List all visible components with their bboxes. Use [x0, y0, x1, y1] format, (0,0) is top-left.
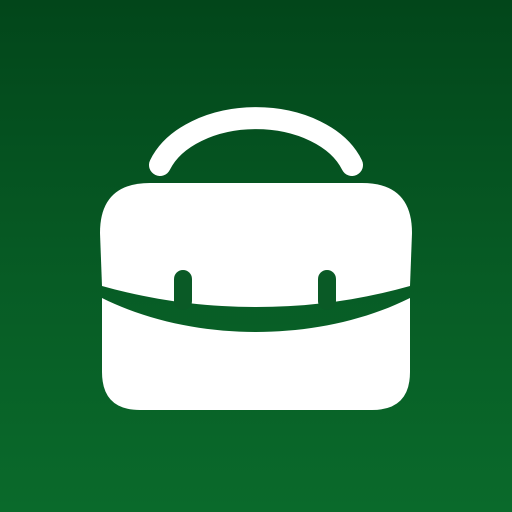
briefcase-flap — [100, 183, 412, 307]
briefcase-handle — [149, 107, 363, 176]
app-icon-tile[interactable] — [0, 0, 512, 512]
briefcase-icon — [100, 107, 412, 410]
briefcase-body — [102, 298, 410, 410]
briefcase-strap-right — [318, 270, 336, 310]
briefcase-strap-left — [174, 270, 192, 310]
